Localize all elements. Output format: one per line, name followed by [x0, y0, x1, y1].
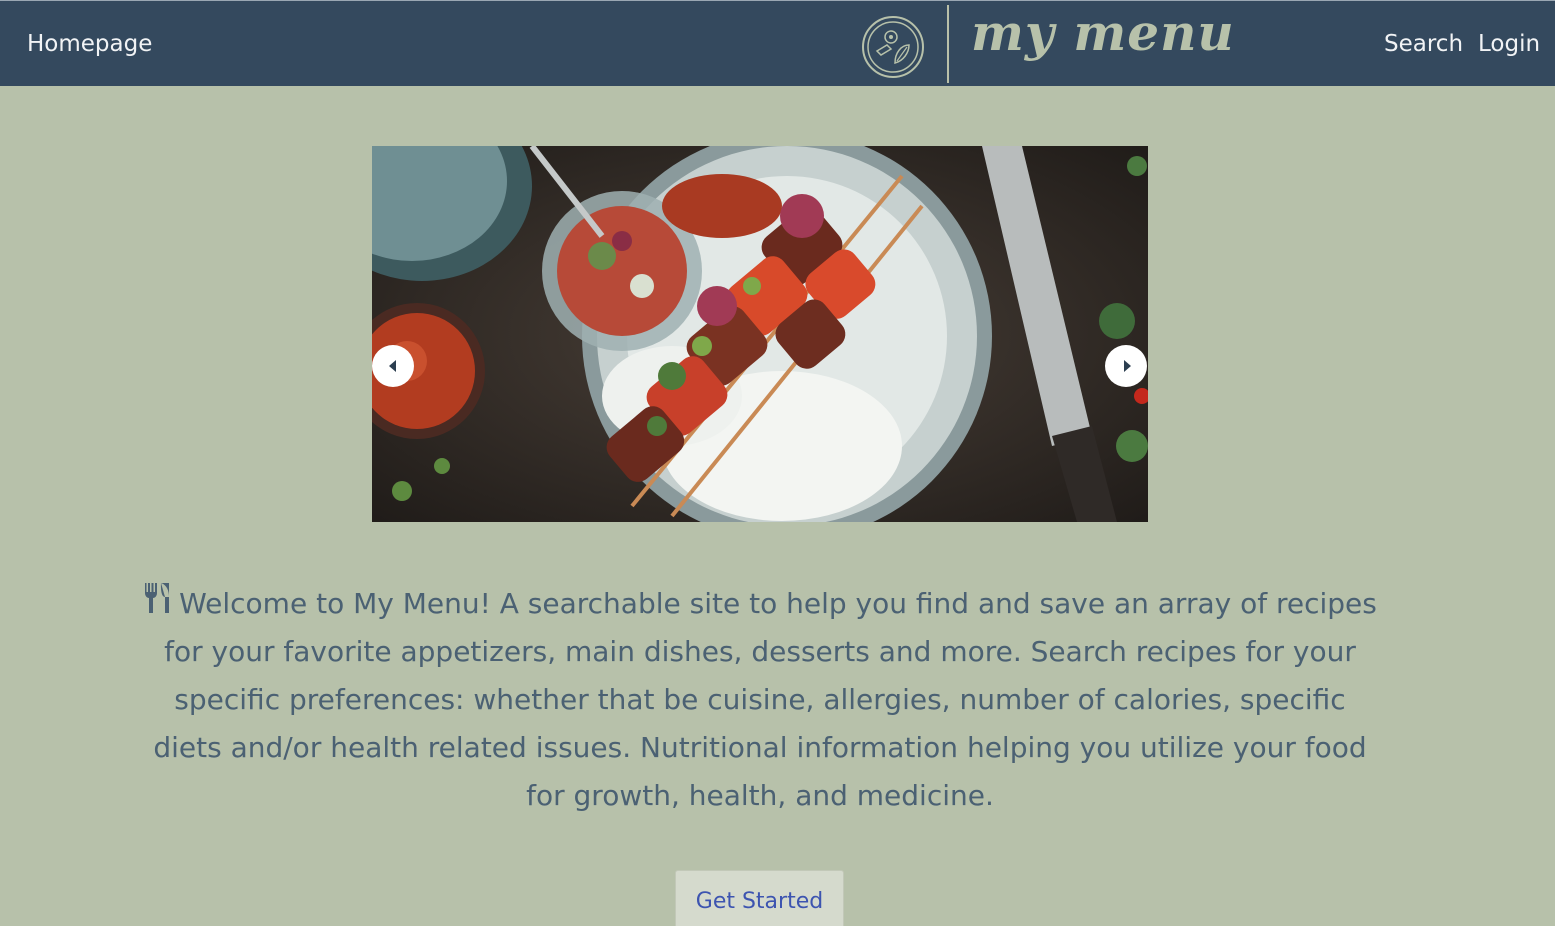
- get-started-button[interactable]: Get Started: [675, 870, 844, 926]
- top-navbar: Homepage my menu Search Login: [0, 0, 1555, 86]
- nav-login-link[interactable]: Login: [1478, 31, 1540, 57]
- intro-text: Welcome to My Menu! A searchable site to…: [153, 587, 1377, 812]
- site-logo-text[interactable]: my menu: [971, 3, 1235, 62]
- plate-with-leaf-emblem-icon[interactable]: [861, 15, 925, 79]
- nav-search-link[interactable]: Search: [1384, 31, 1463, 57]
- nav-homepage-link[interactable]: Homepage: [27, 31, 152, 57]
- chevron-left-icon: [388, 360, 396, 372]
- image-carousel: [372, 146, 1148, 522]
- logo-divider: [947, 5, 949, 83]
- utensils-icon: [145, 583, 170, 613]
- carousel-next-button[interactable]: [1105, 345, 1147, 387]
- chevron-right-icon: [1123, 360, 1131, 372]
- food-skewers-photo: [372, 146, 1148, 522]
- intro-paragraph: Welcome to My Menu! A searchable site to…: [140, 580, 1380, 820]
- carousel-prev-button[interactable]: [372, 345, 414, 387]
